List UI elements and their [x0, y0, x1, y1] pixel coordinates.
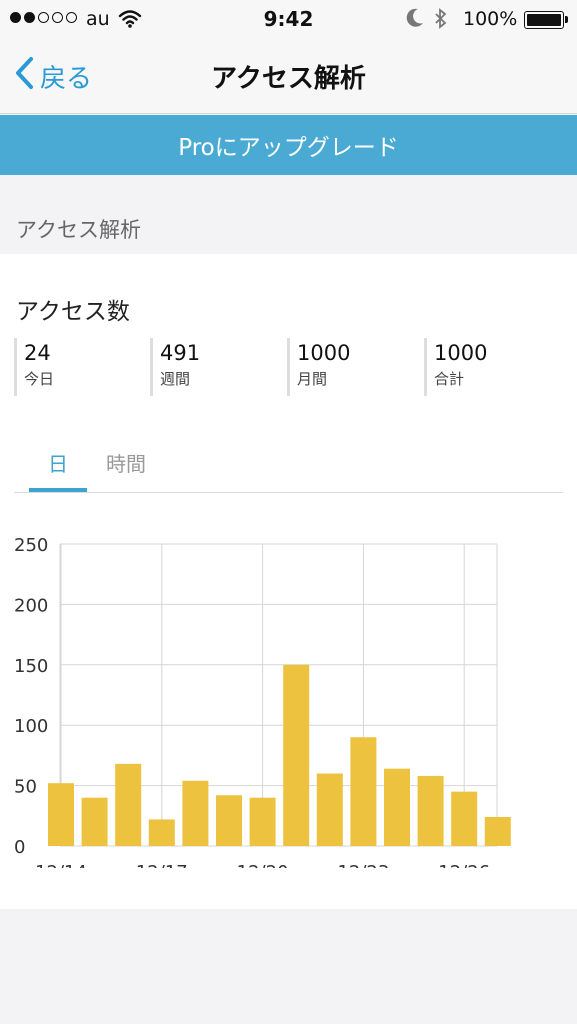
tab-hour[interactable]: 時間	[98, 444, 154, 492]
access-bar-chart: 0 50 100 150 200 250 12/14 12/17 12/20 12/23 12/26	[14, 535, 511, 868]
stat-total: 1000 合計	[424, 338, 487, 396]
chart-bar	[115, 763, 142, 846]
page-title: アクセス解析	[211, 64, 366, 94]
stat-week: 491 週間	[150, 338, 200, 396]
chart-bar	[182, 780, 209, 846]
section-header: アクセス解析	[16, 218, 141, 242]
navigation-bar: 戻る アクセス解析	[0, 40, 577, 114]
chart-bar	[249, 797, 276, 846]
x-tick-label: 12/23	[337, 862, 389, 868]
tab-day[interactable]: 日	[29, 444, 87, 492]
chart-bar	[81, 797, 108, 846]
battery-icon	[524, 11, 568, 29]
stat-value: 24	[24, 341, 51, 365]
y-tick-label: 50	[14, 777, 37, 798]
chart-bar	[451, 791, 478, 846]
chart-bar	[350, 737, 377, 846]
chart-bar	[148, 819, 175, 846]
stat-label: 月間	[297, 370, 328, 388]
chart-bar	[417, 775, 444, 846]
y-tick-label: 0	[14, 837, 25, 858]
x-tick-label: 12/17	[136, 862, 188, 868]
access-stats-card: アクセス数 24 今日 491 週間 1000 月間 1000 合計 日 時間 …	[0, 254, 577, 909]
y-tick-label: 150	[14, 656, 48, 677]
stat-label: 週間	[160, 370, 191, 388]
active-tab-indicator	[29, 488, 87, 492]
chart-bar	[283, 664, 310, 846]
y-tick-label: 100	[14, 716, 48, 737]
x-tick-label: 12/20	[237, 862, 289, 868]
x-tick-label: 12/26	[438, 862, 490, 868]
chart-bar	[316, 773, 343, 846]
period-tabs: 日 時間	[14, 444, 563, 493]
do-not-disturb-icon	[405, 7, 425, 34]
stat-label: 合計	[434, 370, 465, 388]
stat-value: 1000	[297, 341, 351, 365]
chart-bar	[484, 817, 511, 846]
status-bar: au 9:42 100%	[0, 0, 577, 40]
y-tick-label: 250	[14, 535, 48, 556]
chart-bar	[384, 768, 410, 846]
card-title: アクセス数	[16, 299, 130, 325]
stat-value: 1000	[434, 341, 488, 365]
stat-today: 24 今日	[14, 338, 54, 396]
stats-row: 24 今日 491 週間 1000 月間 1000 合計	[14, 338, 574, 398]
battery-percentage: 100%	[463, 8, 518, 30]
upgrade-to-pro-button[interactable]: Proにアップグレード	[0, 115, 577, 175]
chart-bar	[216, 795, 242, 846]
chart-bar	[48, 783, 74, 846]
x-tick-label: 12/14	[35, 862, 87, 868]
stat-month: 1000 月間	[287, 338, 350, 396]
y-tick-label: 200	[14, 595, 48, 616]
stat-value: 491	[160, 341, 201, 365]
bluetooth-icon	[433, 7, 449, 36]
stat-label: 今日	[24, 370, 55, 388]
